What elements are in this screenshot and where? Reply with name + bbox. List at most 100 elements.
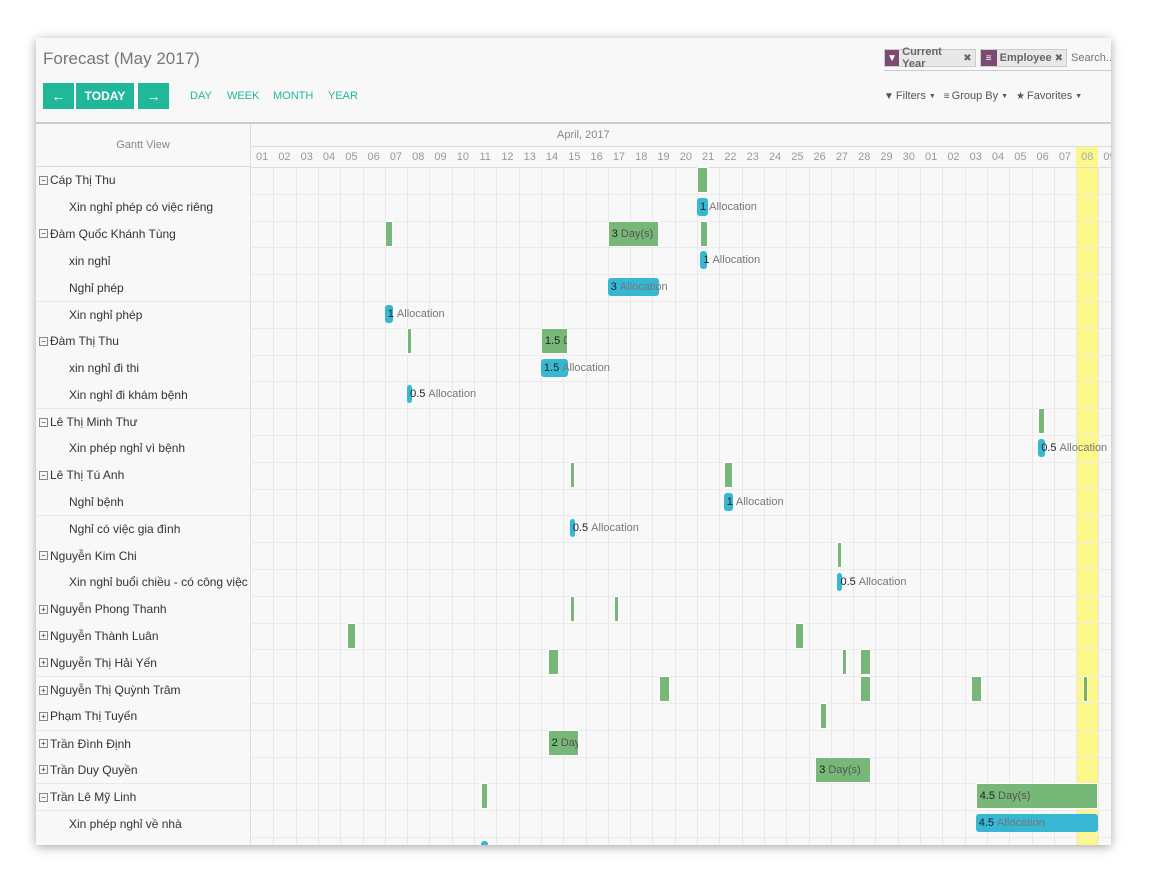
expand-icon[interactable]: + — [39, 658, 48, 668]
scale-week[interactable]: WEEK — [227, 90, 259, 102]
next-button[interactable]: → — [138, 83, 169, 109]
employee-group-row[interactable]: − Lê Thị Minh Thư — [36, 408, 250, 435]
remove-facet-icon[interactable]: ✖ — [963, 53, 974, 64]
expand-icon[interactable]: + — [39, 765, 48, 775]
leave-summary-bar[interactable] — [614, 595, 620, 622]
collapse-icon[interactable]: − — [39, 229, 48, 239]
remove-facet-icon[interactable]: ✖ — [1055, 53, 1066, 64]
grid-column-line — [1098, 167, 1100, 845]
leave-summary-bar[interactable] — [547, 649, 559, 676]
employee-group-row[interactable]: + Trần Duy Quyền — [36, 757, 250, 784]
allocation-bar[interactable]: 1.5 Allocation — [540, 358, 610, 377]
collapse-icon[interactable]: − — [39, 175, 48, 185]
allocation-bar[interactable]: 1 Allocation — [700, 251, 760, 270]
task-row[interactable]: Xin nghỉ buổi chiều - có công việc ở nhà — [36, 569, 250, 596]
expand-icon[interactable]: + — [39, 631, 48, 641]
leave-summary-bar[interactable]: 1.5Day(s) — [540, 327, 568, 354]
task-row[interactable]: Xin nghỉ phép — [36, 300, 250, 328]
leave-summary-bar[interactable] — [569, 595, 575, 622]
task-row[interactable]: Xin phép nghỉ vì bệnh — [36, 435, 250, 462]
employee-group-row[interactable]: + Nguyễn Phong Thanh — [36, 596, 250, 623]
leave-summary-bar[interactable] — [841, 649, 847, 676]
favorites-dropdown[interactable]: ★ Favorites ▼ — [1016, 90, 1082, 102]
task-row[interactable]: xin nghỉ đi thi — [36, 355, 250, 382]
employee-group-row[interactable]: + Trần Đình Định — [36, 729, 250, 757]
grid-column-line — [986, 167, 988, 845]
leave-summary-bar[interactable] — [407, 327, 413, 354]
allocation-bar[interactable]: 4.5 Allocation — [975, 814, 1099, 833]
leave-summary-bar[interactable] — [723, 461, 733, 488]
allocation-bar[interactable]: 3 Allocation — [607, 278, 668, 297]
search-input[interactable] — [1071, 52, 1111, 64]
arrow-right-icon: → — [146, 88, 161, 104]
leave-summary-bar[interactable] — [1038, 408, 1045, 435]
employee-group-row[interactable]: + Phạm Thị Tuyến — [36, 703, 250, 730]
leave-summary-bar[interactable] — [700, 220, 709, 247]
previous-button[interactable]: ← — [43, 83, 74, 109]
task-row[interactable]: Nghỉ có việc gia đình — [36, 515, 250, 542]
scale-day[interactable]: DAY — [190, 90, 212, 102]
day-label: 03 — [969, 151, 982, 163]
expand-icon[interactable]: + — [39, 604, 48, 614]
collapse-icon[interactable]: − — [39, 417, 48, 427]
leave-summary-bar[interactable]: 4.5 Day(s) — [975, 783, 1099, 810]
employee-group-row[interactable]: + Nguyễn Thị Quỳnh Trâm — [36, 676, 250, 703]
scale-year[interactable]: YEAR — [328, 90, 358, 102]
employee-group-row[interactable]: − Cáp Thị Thu — [36, 167, 250, 194]
task-row[interactable] — [36, 837, 250, 845]
leave-summary-bar[interactable] — [346, 622, 356, 649]
leave-summary-bar[interactable] — [569, 461, 575, 488]
leave-summary-bar[interactable] — [837, 542, 843, 569]
task-row[interactable]: Xin nghỉ đi khám bệnh — [36, 381, 250, 408]
expand-icon[interactable]: + — [39, 711, 48, 721]
leave-summary-bar[interactable] — [819, 703, 828, 729]
leave-summary-bar[interactable] — [659, 676, 671, 703]
bar-unit: Allocation — [709, 200, 757, 213]
allocation-bar[interactable]: 1 Allocation — [384, 305, 445, 323]
employee-group-row[interactable]: − Đàm Quốc Khánh Tùng — [36, 221, 250, 248]
groupby-dropdown[interactable]: ≡ Group By ▼ — [944, 90, 1008, 102]
employee-group-row[interactable]: − Trần Lê Mỹ Linh — [36, 783, 250, 810]
collapse-icon[interactable]: − — [39, 551, 48, 561]
task-row[interactable]: Xin nghỉ phép có việc riêng — [36, 194, 250, 221]
collapse-icon[interactable]: − — [39, 470, 48, 480]
leave-summary-bar[interactable] — [859, 649, 871, 676]
employee-group-row[interactable]: − Lê Thị Tú Anh — [36, 462, 250, 489]
leave-summary-bar[interactable] — [697, 167, 709, 193]
task-row[interactable]: xin nghỉ — [36, 247, 250, 274]
leave-summary-bar[interactable]: 3 Day(s) — [815, 756, 871, 783]
expand-icon[interactable]: + — [39, 739, 48, 749]
row-label: Nguyễn Thị Hải Yến — [50, 655, 157, 670]
collapse-icon[interactable]: − — [39, 792, 48, 802]
leave-summary-bar[interactable] — [384, 220, 393, 247]
leave-summary-bar[interactable] — [795, 622, 805, 649]
employee-group-row[interactable]: − Nguyễn Kim Chi — [36, 542, 250, 569]
allocation-bar[interactable]: 1 Allocation — [723, 492, 784, 511]
allocation-bar[interactable]: 0.5 Allocation — [407, 385, 476, 404]
leave-summary-bar[interactable] — [859, 676, 871, 703]
leave-summary-bar[interactable]: 2Day(s) — [547, 729, 579, 756]
today-button[interactable]: TODAY — [76, 83, 134, 109]
leave-summary-bar[interactable] — [480, 783, 489, 810]
employee-group-row[interactable]: + Nguyễn Thị Hải Yến — [36, 649, 250, 676]
leave-summary-bar[interactable] — [971, 676, 983, 703]
allocation-bar[interactable]: 0.5 Allocation — [837, 573, 906, 591]
filters-dropdown[interactable]: ▼ Filters ▼ — [884, 90, 936, 102]
grid-row-line — [251, 622, 1111, 624]
expand-icon[interactable]: + — [39, 685, 48, 695]
leave-summary-bar[interactable] — [1082, 676, 1089, 703]
scale-month[interactable]: MONTH — [273, 90, 313, 102]
allocation-bar[interactable]: 1 Allocation — [697, 197, 757, 216]
employee-group-row[interactable]: + Nguyễn Thành Luân — [36, 623, 250, 650]
allocation-bar[interactable]: 0.5 Allocation — [1038, 439, 1107, 457]
allocation-bar[interactable] — [480, 841, 489, 845]
collapse-icon[interactable]: − — [39, 336, 48, 346]
task-row[interactable]: Nghỉ phép — [36, 274, 250, 301]
grid-row-line — [251, 274, 1111, 276]
allocation-bar[interactable]: 0.5 Allocation — [569, 519, 639, 538]
employee-group-row[interactable]: − Đàm Thị Thu — [36, 328, 250, 355]
row-label: xin nghỉ đi thi — [69, 360, 140, 375]
task-row[interactable]: Xin phép nghỉ về nhà — [36, 810, 250, 837]
leave-summary-bar[interactable]: 3 Day(s) — [607, 220, 660, 247]
task-row[interactable]: Nghỉ bệnh — [36, 489, 250, 516]
